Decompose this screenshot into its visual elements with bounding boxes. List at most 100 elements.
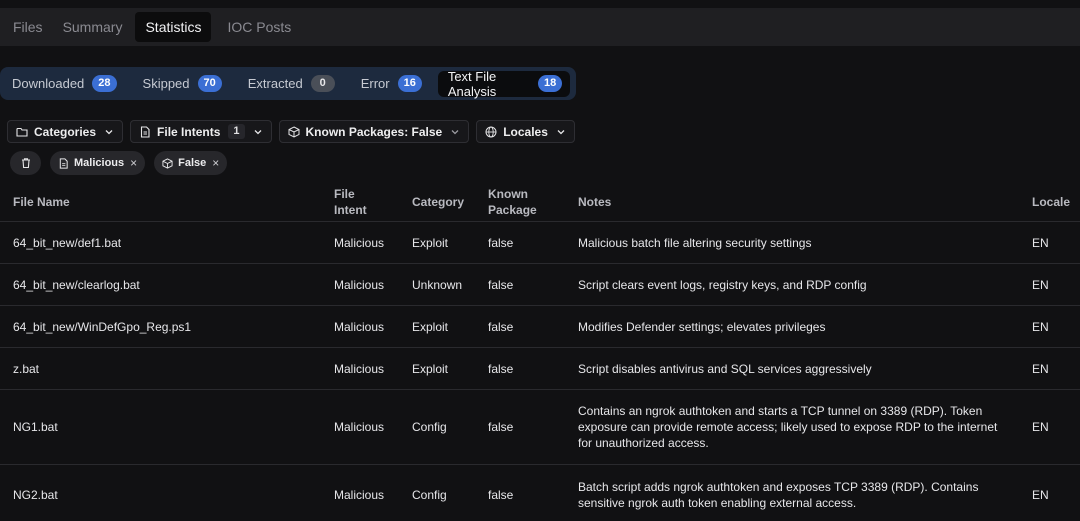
cell-category: Exploit: [412, 320, 449, 334]
cell-file-intent: Malicious: [334, 420, 385, 434]
header-category[interactable]: Category: [412, 194, 464, 210]
count-badge: 70: [197, 75, 222, 92]
cell-file-name: z.bat: [13, 362, 40, 376]
table-row[interactable]: z.bat Malicious Exploit false Script dis…: [0, 348, 1080, 390]
cell-notes: Script disables antivirus and SQL servic…: [578, 362, 872, 376]
count-badge: 0: [310, 75, 335, 92]
cell-file-intent: Malicious: [334, 236, 385, 250]
table-row[interactable]: NG1.bat Malicious Config false Contains …: [0, 390, 1080, 465]
cell-locale: EN: [1032, 420, 1049, 434]
counter-downloaded[interactable]: Downloaded 28: [0, 71, 125, 97]
tab-files[interactable]: Files: [0, 12, 50, 42]
trash-icon: [21, 158, 30, 169]
cell-locale: EN: [1032, 236, 1049, 250]
close-icon[interactable]: ×: [130, 156, 137, 170]
header-notes[interactable]: Notes: [578, 194, 611, 210]
cell-file-name: 64_bit_new/clearlog.bat: [13, 278, 140, 292]
top-tabs: Files Summary Statistics IOC Posts: [0, 12, 298, 42]
locales-filter-button[interactable]: Locales: [476, 120, 575, 143]
cell-known-package: false: [488, 362, 514, 376]
globe-icon: [485, 126, 497, 137]
tab-summary[interactable]: Summary: [50, 12, 130, 42]
counter-skipped[interactable]: Skipped 70: [131, 71, 230, 97]
cell-notes: Malicious batch file altering security s…: [578, 236, 812, 250]
header-line: File: [334, 187, 355, 201]
status-counter-bar: Downloaded 28 Skipped 70 Extracted 0 Err…: [0, 67, 576, 100]
cell-file-name: NG2.bat: [13, 488, 58, 502]
count-badge: 18: [538, 75, 562, 92]
file-intents-label: File Intents: [157, 124, 221, 139]
count-badge: 16: [397, 75, 422, 92]
file-icon: [59, 157, 68, 169]
chevron-down-icon: [557, 129, 565, 134]
header-locale[interactable]: Locale: [1032, 194, 1070, 210]
counter-text-file-analysis[interactable]: Text File Analysis 18: [437, 68, 570, 99]
categories-label: Categories: [34, 124, 97, 139]
counter-extracted[interactable]: Extracted 0: [236, 71, 343, 97]
cell-file-name: 64_bit_new/WinDefGpo_Reg.ps1: [13, 320, 192, 334]
table-row[interactable]: 64_bit_new/def1.bat Malicious Exploit fa…: [0, 222, 1080, 264]
cell-category: Exploit: [412, 362, 449, 376]
false-filter-chip[interactable]: False ×: [154, 151, 228, 175]
known-packages-label: Known Packages: False: [305, 124, 443, 139]
clear-filters-button[interactable]: [10, 151, 41, 175]
counter-label: Text File Analysis: [447, 68, 497, 99]
table-row[interactable]: NG2.bat Malicious Config false Batch scr…: [0, 465, 1080, 521]
counter-label: Extracted: [247, 76, 303, 91]
package-icon: [288, 125, 299, 138]
text-file-analysis-table: File Name File Intent Category Known Pac…: [0, 182, 1080, 521]
cell-file-name: NG1.bat: [13, 420, 58, 434]
cell-category: Exploit: [412, 236, 449, 250]
counter-error[interactable]: Error 16: [349, 71, 430, 97]
known-packages-filter-button[interactable]: Known Packages: False: [278, 120, 470, 143]
tab-statistics[interactable]: Statistics: [135, 12, 212, 42]
cell-known-package: false: [488, 236, 514, 250]
header-known-package[interactable]: Known Package: [488, 186, 537, 218]
selected-count-badge: 1: [228, 124, 245, 139]
chevron-down-icon: [105, 129, 113, 134]
cell-locale: EN: [1032, 278, 1049, 292]
chevron-down-icon: [451, 129, 459, 134]
cell-category: Unknown: [412, 278, 463, 292]
cell-notes: Contains an ngrok authtoken and starts a…: [578, 404, 998, 450]
counter-label: Skipped: [142, 76, 190, 91]
count-badge: 28: [92, 75, 117, 92]
cell-locale: EN: [1032, 320, 1049, 334]
cell-file-intent: Malicious: [334, 488, 385, 502]
cell-file-name: 64_bit_new/def1.bat: [13, 236, 122, 250]
tab-ioc-posts[interactable]: IOC Posts: [214, 12, 298, 42]
header-line: Intent: [334, 203, 367, 217]
counter-label: Downloaded: [12, 76, 85, 91]
header-line: Known: [488, 187, 528, 201]
chevron-down-icon: [254, 129, 261, 134]
close-icon[interactable]: ×: [212, 156, 219, 170]
counter-label: Error: [360, 76, 390, 91]
file-icon: [140, 125, 150, 138]
table-row[interactable]: 64_bit_new/WinDefGpo_Reg.ps1 Malicious E…: [0, 306, 1080, 348]
chip-label: Malicious: [74, 157, 125, 169]
cell-file-intent: Malicious: [334, 320, 385, 334]
file-intents-filter-button[interactable]: File Intents 1: [130, 120, 272, 143]
package-icon: [162, 157, 173, 169]
chip-label: False: [178, 157, 207, 169]
cell-file-intent: Malicious: [334, 278, 385, 292]
cell-known-package: false: [488, 488, 514, 502]
cell-locale: EN: [1032, 362, 1049, 376]
cell-category: Config: [412, 488, 447, 502]
cell-notes: Script clears event logs, registry keys,…: [578, 278, 867, 292]
malicious-filter-chip[interactable]: Malicious ×: [50, 151, 146, 175]
header-file-intent[interactable]: File Intent: [334, 186, 367, 218]
cell-locale: EN: [1032, 488, 1049, 502]
active-filter-chips: Malicious × False ×: [10, 151, 236, 175]
header-line: Package: [488, 203, 537, 217]
filter-bar: Categories File Intents 1 Known Packages…: [7, 120, 582, 143]
cell-known-package: false: [488, 278, 514, 292]
categories-filter-button[interactable]: Categories: [7, 120, 124, 143]
locales-label: Locales: [503, 124, 548, 139]
cell-known-package: false: [488, 420, 514, 434]
cell-known-package: false: [488, 320, 514, 334]
header-file-name[interactable]: File Name: [13, 194, 70, 210]
cell-file-intent: Malicious: [334, 362, 385, 376]
folder-icon: [16, 127, 28, 137]
table-row[interactable]: 64_bit_new/clearlog.bat Malicious Unknow…: [0, 264, 1080, 306]
